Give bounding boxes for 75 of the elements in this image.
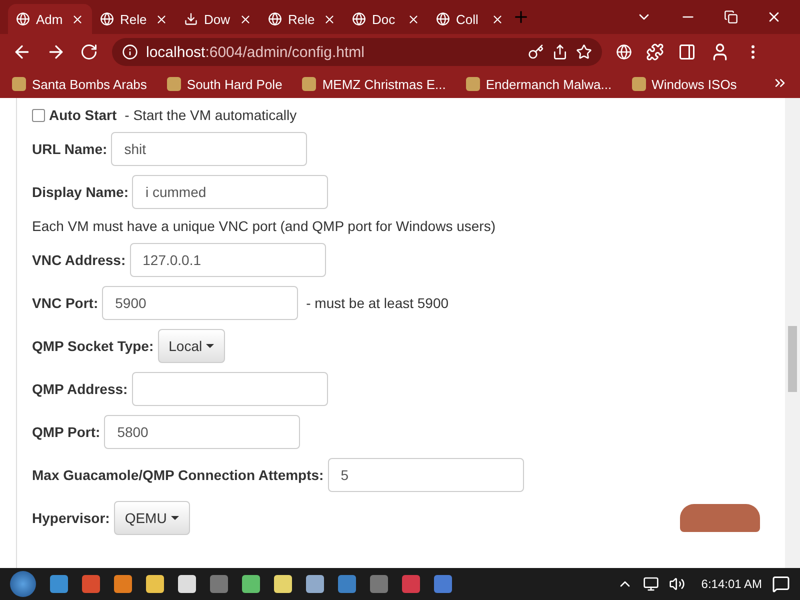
network-icon[interactable] [643, 576, 660, 592]
close-icon[interactable] [491, 12, 504, 26]
globe-icon [268, 12, 282, 26]
taskbar-app-icon[interactable] [306, 575, 324, 593]
close-icon[interactable] [71, 12, 84, 26]
taskbar-app-icon[interactable] [338, 575, 356, 593]
globe-icon [100, 12, 114, 26]
taskbar-app-icon[interactable] [370, 575, 388, 593]
scrollbar[interactable] [785, 98, 800, 568]
taskbar-app-icon[interactable] [50, 575, 68, 593]
close-icon[interactable] [155, 12, 168, 26]
side-panel-icon[interactable] [678, 43, 696, 61]
field-label: VNC Address: [32, 252, 126, 268]
input-field[interactable]: 5800 [104, 415, 300, 449]
field-hint: - Start the VM automatically [124, 107, 297, 123]
browser-tab[interactable]: Rele [92, 4, 176, 34]
field-label: URL Name: [32, 141, 108, 157]
bookmark[interactable]: Windows ISOs [632, 76, 737, 92]
browser-tab[interactable]: Doc [344, 4, 428, 34]
taskbar-app-icon[interactable] [274, 575, 292, 593]
info-text: Each VM must have a unique VNC port (and QMP port for Windows users) [32, 218, 496, 234]
field-label: Display Name: [32, 184, 128, 200]
puzzle-icon[interactable] [646, 43, 664, 61]
browser-tab[interactable]: Rele [260, 4, 344, 34]
input-field[interactable] [132, 372, 328, 406]
browser-tab[interactable]: Adm [8, 4, 92, 34]
field-label: Max Guacamole/QMP Connection Attempts: [32, 467, 324, 483]
field-label: QMP Socket Type: [32, 338, 154, 354]
taskbar-app-icon[interactable] [402, 575, 420, 593]
key-icon[interactable] [528, 44, 544, 60]
taskbar-app-icon[interactable] [210, 575, 228, 593]
volume-icon[interactable] [669, 576, 686, 592]
input-field[interactable]: 127.0.0.1 [130, 243, 326, 277]
checkbox[interactable] [32, 108, 45, 122]
browser-tab[interactable]: Dow [176, 4, 260, 34]
taskbar-app-icon[interactable] [178, 575, 196, 593]
dropdown-button[interactable]: QEMU [114, 501, 190, 535]
field-label: Hypervisor: [32, 510, 110, 526]
field-label: QMP Port: [32, 424, 100, 440]
input-field[interactable]: i cummed [132, 175, 328, 209]
taskbar-app-icon[interactable] [114, 575, 132, 593]
field-label: QMP Address: [32, 381, 128, 397]
field-label: Auto Start [49, 107, 117, 123]
taskbar-app-icon[interactable] [434, 575, 452, 593]
address-bar[interactable]: localhost:6004/admin/config.html [112, 38, 602, 66]
field-label: VNC Port: [32, 295, 98, 311]
share-icon[interactable] [552, 44, 568, 60]
restore-icon[interactable] [724, 10, 738, 24]
bookmark[interactable]: MEMZ Christmas E... [302, 76, 446, 92]
close-icon[interactable] [407, 12, 420, 26]
taskbar-app-icon[interactable] [82, 575, 100, 593]
input-field[interactable]: 5900 [102, 286, 298, 320]
start-button[interactable] [10, 571, 36, 597]
globe-icon [352, 12, 366, 26]
clock[interactable]: 6:14:01 AM [701, 577, 762, 591]
dropdown-button[interactable]: Local [158, 329, 226, 363]
star-icon[interactable] [576, 44, 592, 60]
field-hint: - must be at least 5900 [306, 295, 449, 311]
browser-tab[interactable]: Coll [428, 4, 512, 34]
close-icon[interactable] [323, 12, 336, 26]
globe-icon [16, 12, 30, 26]
bookmark[interactable]: Santa Bombs Arabs [12, 76, 147, 92]
taskbar-app-icon[interactable] [242, 575, 260, 593]
bookmark[interactable]: South Hard Pole [166, 76, 282, 92]
bookmark[interactable]: Endermanch Malwa... [466, 76, 612, 92]
notifications-icon[interactable] [772, 575, 790, 593]
info-icon [122, 44, 138, 60]
download-icon [184, 12, 198, 26]
reload-icon[interactable] [80, 43, 98, 61]
taskbar-app-icon[interactable] [146, 575, 164, 593]
close-icon[interactable] [239, 12, 252, 26]
input-field[interactable]: shit [111, 132, 308, 166]
url-text: localhost:6004/admin/config.html [146, 44, 366, 60]
globe-icon [436, 12, 450, 26]
input-field[interactable]: 5 [328, 458, 524, 492]
